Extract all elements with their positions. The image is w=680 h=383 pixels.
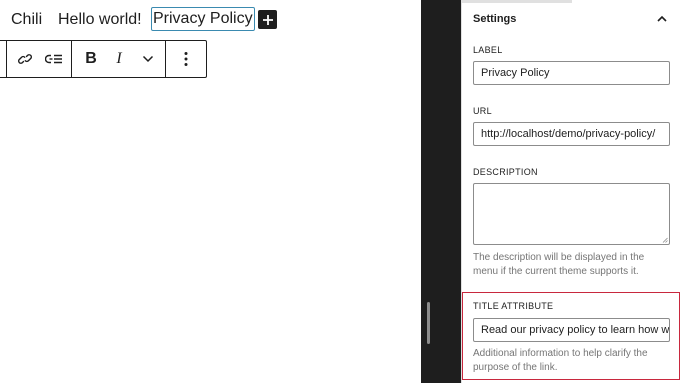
nav-item-hello-world[interactable]: Hello world!	[58, 8, 142, 32]
title-attribute-help-text: Additional information to help clarify t…	[473, 348, 648, 373]
more-vertical-icon	[184, 52, 188, 66]
scrollbar-thumb[interactable]	[427, 302, 430, 344]
url-field-label: URL	[473, 106, 492, 116]
toolbar-separator	[6, 41, 7, 77]
toolbar-separator	[71, 41, 72, 77]
description-help-text: The description will be displayed in the…	[473, 252, 645, 277]
link-button[interactable]	[13, 41, 37, 77]
description-field-label: DESCRIPTION	[473, 167, 538, 177]
submenu-icon	[45, 54, 62, 64]
title-attribute-input[interactable]: Read our privacy policy to learn how w	[473, 318, 670, 342]
chevron-up-icon[interactable]	[656, 13, 668, 25]
settings-panel-header[interactable]: Settings	[462, 0, 680, 40]
block-toolbar: B I	[0, 40, 207, 78]
toolbar-separator	[165, 41, 166, 77]
add-submenu-button[interactable]	[41, 41, 67, 77]
settings-panel-title: Settings	[473, 13, 517, 25]
chevron-down-icon	[142, 55, 154, 63]
url-input[interactable]: http://localhost/demo/privacy-policy/	[473, 122, 670, 146]
label-input[interactable]: Privacy Policy	[473, 61, 670, 85]
plus-icon	[262, 14, 273, 25]
link-icon	[18, 54, 32, 64]
editor-canvas: Chili Hello world! Privacy Policy B I	[0, 0, 421, 383]
settings-sidebar: Settings LABEL Privacy Policy URL http:/…	[461, 0, 680, 383]
bold-button[interactable]: B	[80, 41, 102, 77]
italic-button[interactable]: I	[108, 41, 130, 77]
nav-item-privacy-policy[interactable]: Privacy Policy	[151, 7, 255, 31]
title-attribute-field-label: TITLE ATTRIBUTE	[473, 301, 554, 311]
label-field-label: LABEL	[473, 45, 503, 55]
more-formatting-button[interactable]	[137, 41, 159, 77]
bold-icon: B	[85, 50, 97, 67]
nav-item-chili[interactable]: Chili	[11, 8, 42, 32]
options-button[interactable]	[175, 41, 197, 77]
resize-handle-icon[interactable]	[662, 237, 668, 243]
add-block-button[interactable]	[258, 10, 277, 29]
italic-icon: I	[116, 50, 122, 67]
description-textarea[interactable]	[473, 183, 670, 245]
